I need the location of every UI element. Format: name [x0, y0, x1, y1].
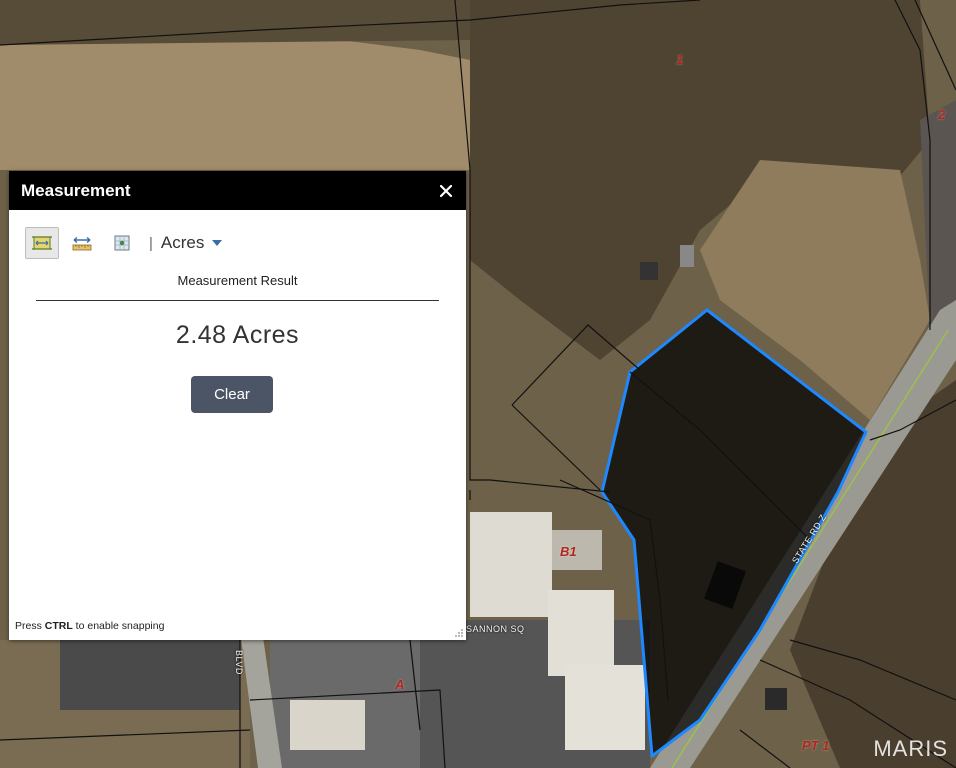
- chevron-down-icon: [212, 240, 223, 246]
- clear-button[interactable]: Clear: [191, 376, 273, 413]
- parcel-label: 2: [938, 107, 946, 122]
- snapping-hint: Press CTRL to enable snapping: [15, 620, 164, 632]
- building: [470, 512, 552, 617]
- result-label: Measurement Result: [177, 273, 298, 288]
- building: [640, 262, 658, 280]
- hint-suffix: to enable snapping: [72, 620, 165, 632]
- watermark-logo: MARIS: [873, 736, 948, 761]
- resize-handle-icon[interactable]: [454, 628, 464, 638]
- parking-lot: [60, 640, 240, 710]
- close-button[interactable]: [438, 183, 454, 199]
- tree-band: [0, 0, 470, 45]
- field-area: [0, 30, 470, 170]
- distance-tool-icon: [72, 236, 92, 251]
- parcel-label: PT 1: [802, 738, 830, 753]
- building: [680, 245, 694, 267]
- street-label: BLVD: [234, 650, 244, 675]
- hint-prefix: Press: [15, 620, 45, 632]
- close-icon: [440, 184, 452, 197]
- result-divider: [36, 300, 439, 301]
- location-tool-button[interactable]: [105, 227, 139, 259]
- distance-tool-button[interactable]: [65, 227, 99, 259]
- panel-header: Measurement: [9, 171, 466, 210]
- building: [290, 700, 365, 750]
- location-tool-icon: [114, 235, 130, 251]
- unit-dropdown-value: Acres: [160, 233, 205, 252]
- measure-toolbar: | Acres: [25, 227, 223, 259]
- panel-title: Measurement: [21, 180, 131, 200]
- street-label: SANNON SQ: [466, 624, 525, 634]
- building: [765, 688, 787, 710]
- building: [548, 590, 614, 676]
- parcel-label: B1: [560, 544, 577, 559]
- hint-key: CTRL: [44, 620, 73, 632]
- measurement-panel: Measurement | Acres Measurement Result 2…: [9, 171, 466, 640]
- unit-dropdown[interactable]: Acres: [160, 233, 223, 253]
- parcel-label: 1: [676, 52, 684, 67]
- building: [565, 665, 645, 750]
- result-value: 2.48 Acres: [175, 321, 300, 349]
- toolbar-separator: |: [149, 234, 153, 252]
- area-tool-button[interactable]: [25, 227, 59, 259]
- area-tool-icon: [32, 236, 52, 250]
- parcel-label: A: [395, 677, 405, 692]
